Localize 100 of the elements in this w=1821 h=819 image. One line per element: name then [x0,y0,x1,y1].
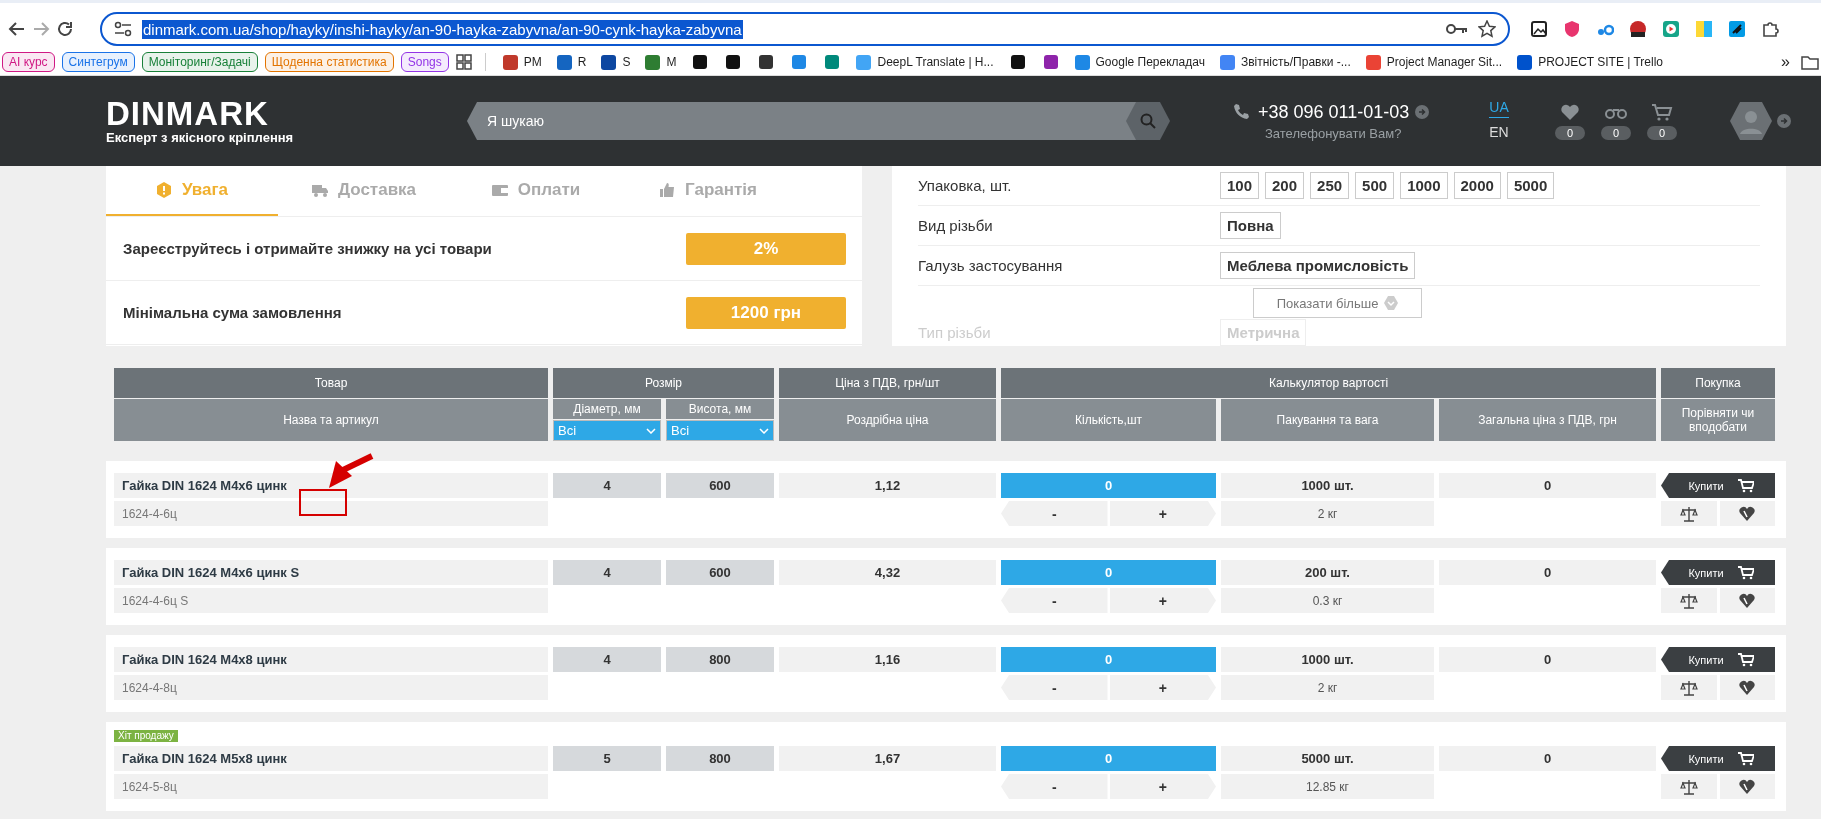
bookmark-link[interactable]: S [597,52,635,72]
bookmark-favicon-icon[interactable] [758,54,775,70]
package-cell: 5000 шт. [1221,746,1434,771]
bookmark-link[interactable]: Google Перекладач [1070,52,1209,72]
plus-button[interactable]: + [1109,588,1216,613]
info-text: Мінімальна сума замовлення [123,304,342,321]
bookmark-favicon-icon[interactable] [725,54,742,70]
key-icon[interactable] [1446,22,1468,36]
tagline: Експерт з якісного кріплення [106,129,295,145]
more-bookmarks-button[interactable]: » [1777,51,1794,73]
address-bar[interactable]: dinmark.com.ua/shop/hayky/inshi-hayky/an-90-hayka-zabyvna/an-90-cynk-hayka-zabyvna [100,12,1510,46]
minus-button[interactable]: - [1001,588,1108,613]
back-icon[interactable] [8,20,26,38]
spec-label: Вид різьби [918,217,994,234]
arrow-circle-icon[interactable] [1777,114,1791,128]
diameter-cell: 4 [553,647,661,672]
bookmark-favicon-icon[interactable] [1042,54,1059,70]
product-name[interactable]: Гайка DIN 1624 M4x6 цинк [114,473,548,498]
arrow-circle-icon[interactable] [1415,105,1430,119]
bookmark-link[interactable]: PM [498,52,546,72]
height-cell: 800 [666,746,774,771]
buy-button[interactable]: Купити [1661,746,1775,771]
spec-value-chip[interactable]: 100 [1220,172,1260,199]
buy-button[interactable]: Купити [1661,647,1775,672]
logo[interactable]: DINMARK [106,97,467,130]
apps-grid-icon[interactable] [455,54,472,70]
column-group-header: Розмір [553,368,774,398]
image-icon[interactable] [1530,20,1548,38]
bookmark-group-chip[interactable]: Моніторинг/Задачі [141,52,258,72]
language-option[interactable]: UA [1489,99,1509,118]
reload-icon[interactable] [56,20,74,38]
language-option[interactable]: EN [1489,124,1509,143]
column-header: Порівняти чи вподобати [1661,399,1775,441]
plus-button[interactable]: + [1109,501,1216,526]
weight-cell: 12.85 кг [1221,774,1434,799]
like-button[interactable] [1719,501,1775,526]
spec-value-chip[interactable]: 500 [1355,172,1395,199]
bookmark-link[interactable]: R [552,52,591,72]
bookmark-link[interactable]: PROJECT SITE | Trello [1513,52,1668,72]
minus-button[interactable]: - [1001,774,1108,799]
plus-button[interactable]: + [1109,675,1216,700]
total-cell: 0 [1439,473,1656,498]
plus-button[interactable]: + [1109,774,1216,799]
bookmark-favicon-icon[interactable] [1009,54,1026,70]
bookmark-link[interactable]: Звітність/Правки -... [1215,52,1355,72]
product-name[interactable]: Гайка DIN 1624 M4x8 цинк [114,647,548,672]
spec-value-chip[interactable]: 5000 [1506,172,1555,199]
column-group-header: Покупка [1661,368,1775,398]
column-header: Загальна ціна з ПДВ, грн [1439,399,1656,441]
user-avatar-icon[interactable] [1729,101,1773,141]
minus-button[interactable]: - [1001,675,1108,700]
price-cell: 4,32 [779,560,996,585]
spec-value-chip[interactable]: 2000 [1453,172,1501,199]
bookmark-group-chip[interactable]: Синтегрум [61,52,135,72]
search-field[interactable]: Я шукаю [467,102,1136,140]
like-button[interactable] [1719,675,1775,700]
spec-value-chip[interactable]: Меблева промисловість [1220,252,1416,279]
product-article: 1624-5-8ц [114,774,548,799]
compare-button[interactable] [1661,501,1717,526]
spec-value-chip[interactable]: Повна [1220,212,1281,239]
compare-button[interactable] [1661,588,1717,613]
bookmark-link[interactable]: DeepL Translate | H... [852,52,998,72]
bookmark-group-chip[interactable]: Songs [400,52,449,72]
heart-icon[interactable] [1559,102,1581,122]
bookmark-link[interactable]: M [641,52,681,72]
extension-icon[interactable] [1728,20,1746,38]
bookmark-link[interactable]: Project Manager Sit... [1361,52,1507,72]
column-header: Роздрібна ціна [779,399,996,441]
spec-value-chip[interactable]: 250 [1310,172,1350,199]
buy-button[interactable]: Купити [1661,560,1775,585]
like-button[interactable] [1719,774,1775,799]
product-article: 1624-4-6ц [114,501,548,526]
product-name[interactable]: Гайка DIN 1624 M5x8 цинк [114,746,548,771]
extension-icon[interactable] [1629,20,1647,38]
bookmark-favicon-icon[interactable] [692,54,709,70]
package-cell: 1000 шт. [1221,473,1434,498]
shield-icon[interactable] [1563,20,1581,38]
phone-number[interactable]: +38 096 011-01-03 [1258,101,1410,123]
minus-button[interactable]: - [1001,501,1108,526]
heart-icon [1738,778,1757,795]
compare-button[interactable] [1661,675,1717,700]
buy-button[interactable]: Купити [1661,473,1775,498]
spec-value-chip[interactable]: 200 [1265,172,1305,199]
bookmark-group-chip[interactable]: AI курс [2,52,55,72]
play-icon[interactable] [1662,20,1680,38]
star-icon[interactable] [1478,20,1496,38]
like-button[interactable] [1719,588,1775,613]
compare-button[interactable] [1661,774,1717,799]
product-name[interactable]: Гайка DIN 1624 M4x6 цинк S [114,560,548,585]
spec-label: Упаковка, шт. [918,177,1013,194]
callback-link[interactable]: Зателефонувати Вам? [1265,125,1402,141]
puzzle-icon[interactable] [1761,20,1779,38]
info-text: Зареєструйтесь і отримайте знижку на усі товари [123,240,492,257]
down-hexagon-icon [1384,296,1399,310]
site-settings-icon[interactable] [114,21,132,37]
folder-icon[interactable] [1801,54,1819,70]
spec-value-chip[interactable]: 1000 [1400,172,1448,199]
total-cell: 0 [1439,746,1656,771]
cart-icon[interactable] [1651,102,1673,122]
show-more-button[interactable]: Показати більше [1253,288,1422,318]
